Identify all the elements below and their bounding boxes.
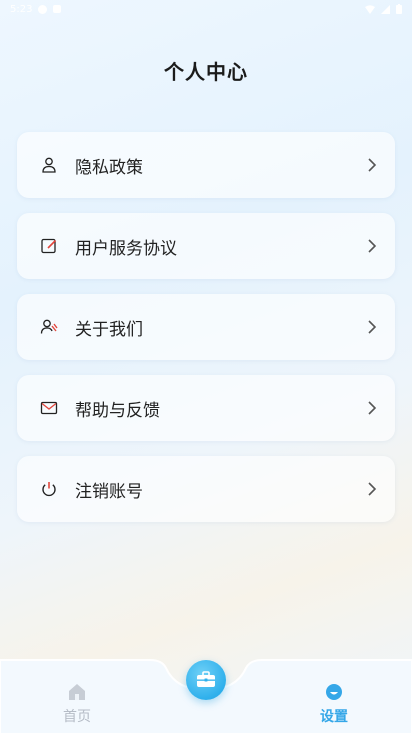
notification-icon xyxy=(38,4,48,14)
tab-home-label: 首页 xyxy=(63,709,91,725)
status-bar: 5:23 xyxy=(0,0,412,18)
power-icon xyxy=(40,480,58,498)
battery-icon xyxy=(396,4,402,14)
center-briefcase-button[interactable] xyxy=(186,660,226,700)
page-title: 个人中心 xyxy=(164,60,248,84)
app-notification-icon xyxy=(53,5,62,13)
mail-icon xyxy=(40,399,58,417)
menu-item-help-feedback[interactable]: 帮助与反馈 xyxy=(17,375,395,441)
chevron-right-icon xyxy=(368,401,377,415)
wifi-icon xyxy=(365,4,375,14)
briefcase-icon xyxy=(197,671,215,687)
menu-item-delete-account[interactable]: 注销账号 xyxy=(17,456,395,522)
edit-document-icon xyxy=(40,237,58,255)
chevron-right-icon xyxy=(368,320,377,334)
menu-item-label: 关于我们 xyxy=(75,319,143,340)
menu-item-about-us[interactable]: 关于我们 xyxy=(17,294,395,360)
signal-icon xyxy=(381,4,390,14)
chevron-right-icon xyxy=(368,158,377,172)
menu-item-label: 隐私政策 xyxy=(75,157,143,178)
status-time: 5:23 xyxy=(10,3,33,15)
user-shield-icon xyxy=(40,156,58,174)
settings-face-icon xyxy=(326,684,342,700)
chevron-right-icon xyxy=(368,239,377,253)
tab-home[interactable]: 首页 xyxy=(37,682,117,726)
menu-item-label: 帮助与反馈 xyxy=(75,400,160,421)
menu-item-label: 注销账号 xyxy=(75,481,143,502)
tab-settings[interactable]: 设置 xyxy=(294,682,374,726)
home-icon xyxy=(69,684,85,700)
menu-item-privacy-policy[interactable]: 隐私政策 xyxy=(17,132,395,198)
menu-item-label: 用户服务协议 xyxy=(75,238,177,259)
chevron-right-icon xyxy=(368,482,377,496)
tab-settings-label: 设置 xyxy=(320,709,348,725)
settings-menu: 隐私政策 用户服务协议 关于我们 帮助与反馈 注销账号 xyxy=(17,132,395,537)
menu-item-user-agreement[interactable]: 用户服务协议 xyxy=(17,213,395,279)
users-icon xyxy=(40,318,58,336)
